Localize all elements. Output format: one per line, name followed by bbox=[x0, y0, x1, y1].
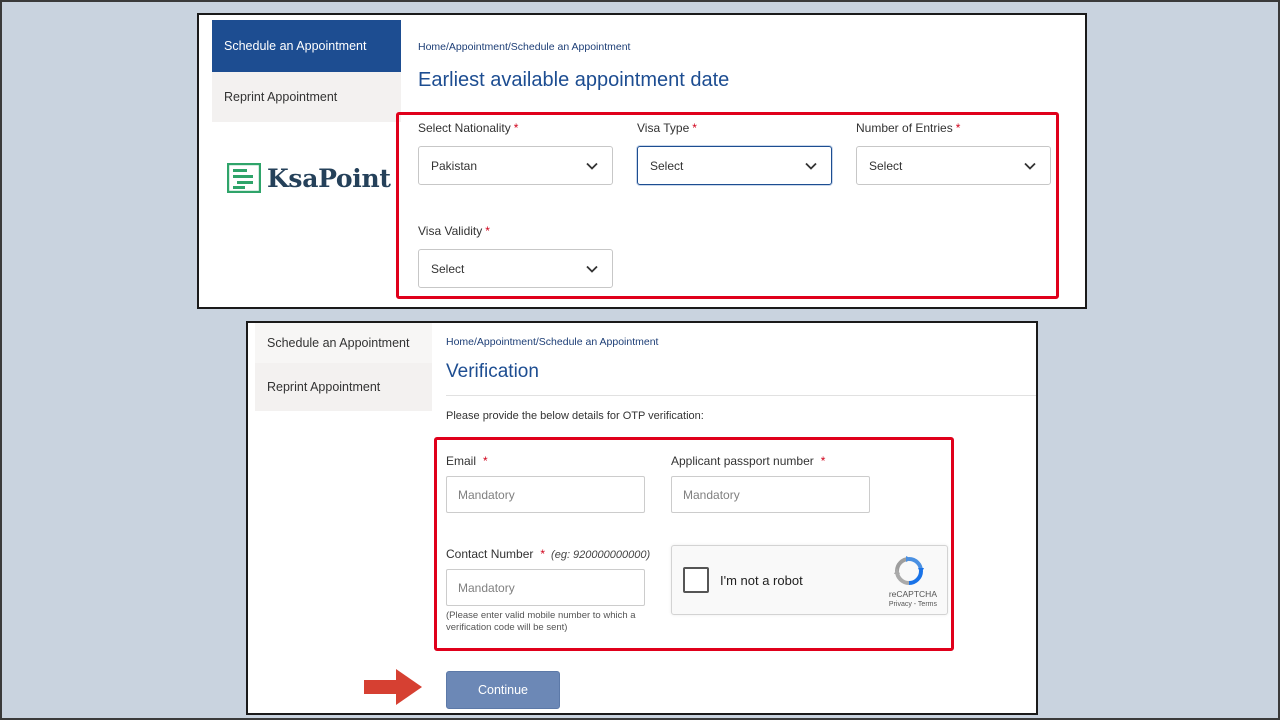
recaptcha-label: I'm not a robot bbox=[720, 573, 803, 588]
required-mark: * bbox=[820, 454, 826, 468]
required-mark: * bbox=[692, 121, 697, 135]
contact-label-text: Contact Number bbox=[446, 547, 534, 561]
recaptcha-widget: I'm not a robot reCAPTCHA Privacy - Term… bbox=[671, 545, 948, 615]
required-mark: * bbox=[483, 454, 488, 468]
nationality-select[interactable]: Pakistan bbox=[418, 146, 613, 185]
entries-label: Number of Entries * bbox=[856, 121, 960, 135]
title-divider bbox=[446, 395, 1036, 396]
required-mark: * bbox=[485, 224, 490, 238]
sidebar-item-reprint-appointment[interactable]: Reprint Appointment bbox=[212, 72, 401, 122]
breadcrumb[interactable]: Home/Appointment/Schedule an Appointment bbox=[446, 336, 658, 348]
required-mark: * bbox=[540, 547, 546, 561]
validity-label-text: Visa Validity bbox=[418, 224, 483, 238]
chevron-down-icon bbox=[586, 162, 598, 170]
contact-label: Contact Number * (eg: 920000000000) bbox=[446, 547, 650, 561]
sidebar: Schedule an Appointment Reprint Appointm… bbox=[199, 15, 401, 307]
required-mark: * bbox=[513, 121, 519, 135]
nationality-selection-panel: Schedule an Appointment Reprint Appointm… bbox=[197, 13, 1087, 309]
recaptcha-privacy-terms[interactable]: Privacy - Terms bbox=[889, 601, 937, 608]
validity-select[interactable]: Select bbox=[418, 249, 613, 288]
nationality-selected-value: Pakistan bbox=[431, 158, 478, 173]
email-label-text: Email bbox=[446, 454, 477, 468]
ksapoint-logo-icon bbox=[227, 163, 261, 193]
visa-type-label: Visa Type * bbox=[637, 121, 697, 135]
email-field[interactable] bbox=[446, 476, 645, 513]
contact-note: (Please enter valid mobile number to whi… bbox=[446, 610, 636, 633]
sidebar-item-reprint-appointment[interactable]: Reprint Appointment bbox=[255, 363, 432, 411]
required-mark: * bbox=[955, 121, 961, 135]
sidebar-item-schedule-appointment[interactable]: Schedule an Appointment bbox=[212, 20, 401, 72]
entries-label-text: Number of Entries bbox=[856, 121, 953, 135]
passport-number-field[interactable] bbox=[671, 476, 870, 513]
visa-type-selected-value: Select bbox=[650, 158, 684, 173]
validity-selected-value: Select bbox=[431, 261, 465, 276]
nationality-label-text: Select Nationality bbox=[418, 121, 511, 135]
logo: KsaPoint bbox=[227, 163, 391, 193]
chevron-down-icon bbox=[586, 265, 598, 273]
sidebar: Schedule an Appointment Reprint Appointm… bbox=[248, 323, 432, 713]
passport-label: Applicant passport number * bbox=[671, 454, 825, 468]
page-title: Earliest available appointment date bbox=[418, 69, 730, 91]
breadcrumb[interactable]: Home/Appointment/Schedule an Appointment bbox=[418, 41, 630, 53]
validity-label: Visa Validity * bbox=[418, 224, 490, 238]
recaptcha-checkbox[interactable] bbox=[683, 567, 709, 593]
otp-instruction: Please provide the below details for OTP… bbox=[446, 410, 704, 422]
visa-type-select[interactable]: Select bbox=[637, 146, 832, 185]
email-label: Email * bbox=[446, 454, 488, 468]
recaptcha-brand: reCAPTCHA bbox=[888, 589, 937, 599]
chevron-down-icon bbox=[1024, 162, 1036, 170]
recaptcha-icon bbox=[894, 556, 924, 585]
entries-selected-value: Select bbox=[869, 158, 903, 173]
continue-button[interactable]: Continue bbox=[446, 671, 560, 709]
chevron-down-icon bbox=[805, 162, 817, 170]
contact-format-hint: (eg: 920000000000) bbox=[551, 549, 651, 561]
entries-select[interactable]: Select bbox=[856, 146, 1051, 185]
verification-panel: Schedule an Appointment Reprint Appointm… bbox=[246, 321, 1038, 715]
passport-label-text: Applicant passport number bbox=[671, 454, 814, 468]
nationality-label: Select Nationality * bbox=[418, 121, 518, 135]
arrow-right-icon bbox=[364, 669, 422, 705]
contact-number-field[interactable] bbox=[446, 569, 645, 606]
page-title: Verification bbox=[446, 361, 539, 382]
visa-type-label-text: Visa Type bbox=[637, 121, 690, 135]
sidebar-item-schedule-appointment[interactable]: Schedule an Appointment bbox=[255, 323, 432, 363]
logo-text: KsaPoint bbox=[267, 163, 391, 193]
